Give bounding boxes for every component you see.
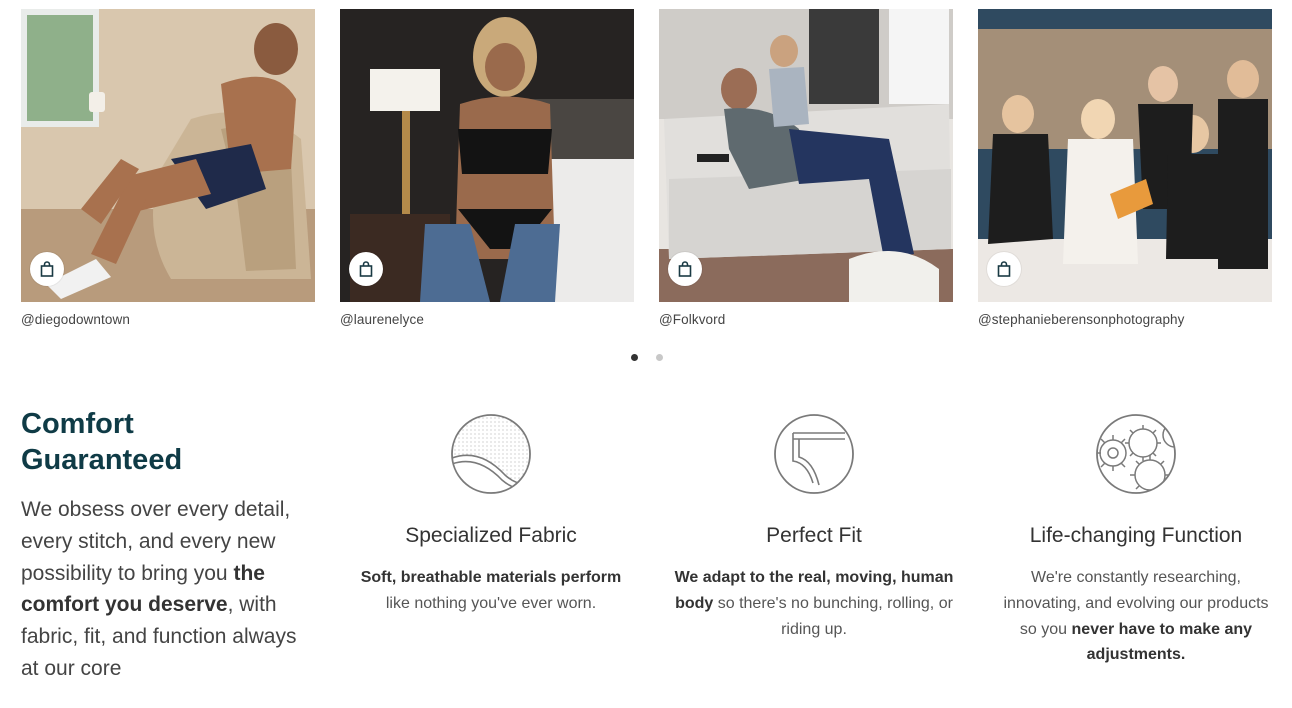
shop-bag-button[interactable] <box>668 252 702 286</box>
woman-in-bedroom-photo <box>340 9 634 302</box>
feature-text: so there's no bunching, rolling, or ridi… <box>713 594 953 638</box>
shopping-bag-icon <box>678 261 692 277</box>
feature-text-bold: Soft, breathable materials perform <box>360 569 622 586</box>
feature-text: like nothing you've ever worn. <box>385 594 597 612</box>
carousel-dot[interactable] <box>656 354 663 361</box>
shop-bag-button[interactable] <box>349 252 383 286</box>
shopping-bag-icon <box>359 261 373 277</box>
feature-description: We adapt to the real, moving, human body… <box>674 565 954 642</box>
gallery-card[interactable]: @diegodowntown <box>21 9 315 327</box>
creator-handle-link[interactable]: @Folkvord <box>659 312 725 327</box>
shop-bag-button[interactable] <box>987 252 1021 286</box>
comfort-description: We obsess over every detail, every stitc… <box>21 494 311 685</box>
family-on-sofa-photo <box>659 9 953 302</box>
creator-handle-link[interactable]: @laurenelyce <box>340 312 424 327</box>
comfort-intro: Comfort Guaranteed We obsess over every … <box>21 406 321 685</box>
gallery-photo[interactable] <box>21 9 315 302</box>
fit-icon <box>774 414 854 494</box>
feature-perfect-fit: Perfect Fit We adapt to the real, moving… <box>654 413 974 642</box>
feature-specialized-fabric: Specialized Fabric Soft, breathable mate… <box>331 413 651 617</box>
bridal-party-photo <box>978 9 1272 302</box>
ugc-gallery: @diegodowntown @laurenelyce @Folkvord @s… <box>0 9 1292 329</box>
fabric-icon <box>451 414 531 494</box>
creator-handle-link[interactable]: @diegodowntown <box>21 312 130 327</box>
gallery-card[interactable]: @Folkvord <box>659 9 953 327</box>
feature-title: Life-changing Function <box>1029 524 1243 547</box>
gears-icon <box>1096 414 1176 494</box>
man-in-armchair-photo <box>21 9 315 302</box>
feature-description: Soft, breathable materials perform like … <box>351 565 631 617</box>
gallery-photo[interactable] <box>340 9 634 302</box>
carousel-pagination <box>631 354 671 362</box>
carousel-dot-active[interactable] <box>631 354 638 361</box>
gallery-card[interactable]: @stephanieberensonphotography <box>978 9 1272 327</box>
creator-handle-link[interactable]: @stephanieberensonphotography <box>978 312 1185 327</box>
feature-title: Perfect Fit <box>766 524 862 547</box>
feature-description: We're constantly researching, innovating… <box>996 565 1276 668</box>
gallery-photo[interactable] <box>659 9 953 302</box>
feature-life-changing-function: Life-changing Function We're constantly … <box>976 413 1292 668</box>
gallery-card[interactable]: @laurenelyce <box>340 9 634 327</box>
comfort-heading: Comfort Guaranteed <box>21 408 183 476</box>
shop-bag-button[interactable] <box>30 252 64 286</box>
feature-title: Specialized Fabric <box>405 524 577 547</box>
shopping-bag-icon <box>40 261 54 277</box>
gallery-photo[interactable] <box>978 9 1272 302</box>
shopping-bag-icon <box>997 261 1011 277</box>
feature-text-bold: never have to make any adjustments. <box>1071 620 1253 664</box>
